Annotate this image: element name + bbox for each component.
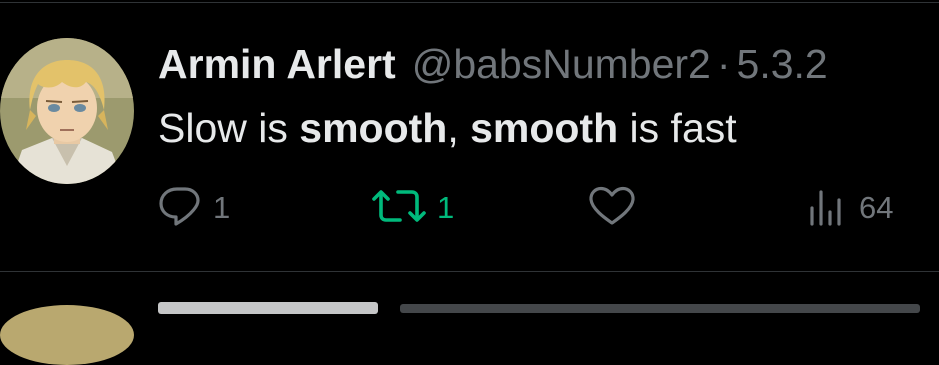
text-segment-bold: smooth [470, 105, 619, 151]
tweet-divider [0, 271, 939, 272]
text-segment: Slow is [158, 105, 300, 151]
views-count: 64 [859, 190, 894, 225]
heart-outline-icon [586, 184, 638, 233]
reply-button[interactable]: 1 [158, 186, 230, 230]
author-name[interactable]: Armin Arlert [158, 41, 396, 87]
text-segment: is fast [618, 105, 737, 151]
text-segment-bold: smooth [299, 105, 448, 151]
retweet-count: 1 [437, 190, 455, 225]
bar-chart-views-icon [806, 184, 850, 233]
retweet-button[interactable]: 1 [370, 186, 454, 230]
reply-bubble-icon [158, 184, 204, 233]
next-tweet-handle[interactable] [400, 304, 920, 313]
tweet-header: Armin Arlert @babsNumber2 · 5.3.2 [158, 40, 828, 88]
header-separator: · [716, 41, 731, 87]
views-button[interactable]: 64 [806, 186, 893, 230]
author-handle[interactable]: @babsNumber2 [412, 41, 711, 87]
tweet-text: Slow is smooth, smooth is fast [158, 104, 737, 152]
author-avatar[interactable] [0, 38, 134, 184]
like-button[interactable] [586, 186, 647, 230]
text-segment: , [447, 105, 471, 151]
next-tweet-avatar[interactable] [0, 305, 134, 365]
next-tweet-author-name[interactable] [158, 302, 378, 314]
reply-count: 1 [213, 190, 231, 225]
retweet-arrows-icon [370, 184, 428, 233]
tweet-date[interactable]: 5.3.2 [737, 41, 828, 87]
top-divider [0, 2, 939, 3]
